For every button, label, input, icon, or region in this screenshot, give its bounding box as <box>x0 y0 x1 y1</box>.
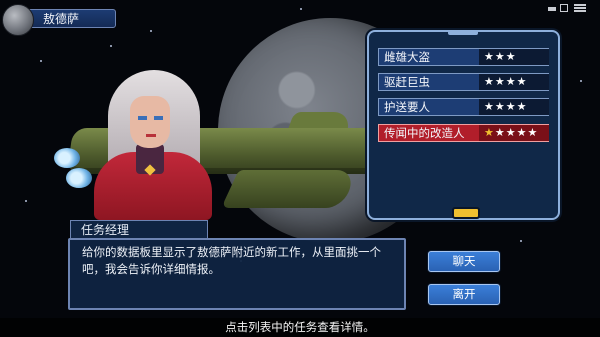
difficulty-stars: ★★★★ <box>494 126 539 139</box>
character-eye <box>154 116 163 120</box>
job-name: 驱赶巨虫 <box>384 75 430 89</box>
difficulty-stars: ★★★★ <box>484 75 528 88</box>
job-difficulty: ★★★ <box>479 49 549 65</box>
character-face <box>130 96 170 148</box>
hint-text: 点击列表中的任务查看详情。 <box>225 320 375 334</box>
job-name: 雌雄大盗 <box>384 50 430 64</box>
dialogue-text: 给你的数据板里显示了敖德萨附近的新工作，从里面挑一个吧，我会告诉你详细情报。 <box>82 245 381 276</box>
chat-button[interactable]: 聊天 <box>428 251 500 272</box>
job-name: 传闻中的改造人 <box>384 126 465 140</box>
job-difficulty: ★★★★ <box>479 99 549 115</box>
hint-bar: 点击列表中的任务查看详情。 <box>0 318 600 337</box>
panel-top-tab <box>448 30 478 35</box>
job-difficulty: ★★★★ <box>479 74 549 90</box>
job-item-selected[interactable]: 传闻中的改造人 ★★★★★ <box>378 124 549 142</box>
bonus-star: ★ <box>484 126 495 139</box>
ship-engine-glow <box>66 168 92 188</box>
ship-engine-glow <box>54 148 80 168</box>
location-badge: 敖德萨 <box>2 4 118 36</box>
panel-handle[interactable] <box>452 207 480 219</box>
job-name: 护送要人 <box>384 100 430 114</box>
minimize-icon[interactable] <box>548 7 556 11</box>
difficulty-stars: ★★★★ <box>484 100 528 113</box>
job-item[interactable]: 护送要人 ★★★★ <box>378 98 549 116</box>
ship-wing <box>221 170 359 208</box>
leave-button[interactable]: 离开 <box>428 284 500 305</box>
menu-icon[interactable] <box>574 4 586 12</box>
character-lips <box>146 134 156 137</box>
job-difficulty: ★★★★★ <box>479 125 549 141</box>
dialogue-box: 给你的数据板里显示了敖德萨附近的新工作，从里面挑一个吧，我会告诉你详细情报。 <box>68 238 406 310</box>
mission-manager-portrait <box>90 70 220 220</box>
character-eye <box>138 116 147 120</box>
location-name: 敖德萨 <box>20 9 116 28</box>
job-item[interactable]: 雌雄大盗 ★★★ <box>378 48 549 66</box>
difficulty-stars: ★★★ <box>484 50 517 63</box>
maximize-icon[interactable] <box>560 4 568 12</box>
planet-icon <box>2 4 34 36</box>
job-item[interactable]: 驱赶巨虫 ★★★★ <box>378 73 549 91</box>
speaker-name: 任务经理 <box>70 220 208 239</box>
